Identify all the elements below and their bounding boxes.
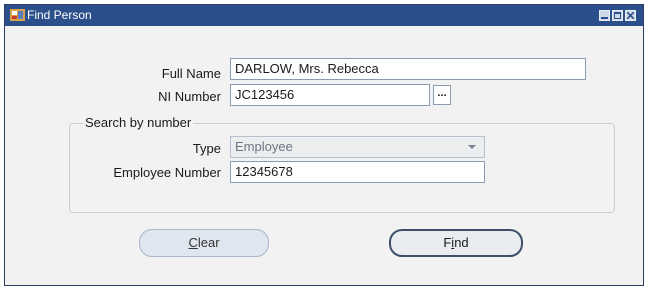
- type-select[interactable]: Employee: [230, 136, 485, 158]
- window-title: Find Person: [27, 8, 92, 22]
- clear-button-label: lear: [197, 235, 220, 250]
- list-of-values-button[interactable]: ...: [433, 85, 451, 105]
- clear-button[interactable]: Clear: [139, 229, 269, 257]
- close-icon[interactable]: [625, 10, 636, 21]
- find-button-label-end: nd: [454, 235, 469, 250]
- employee-number-label: Employee Number: [113, 165, 221, 180]
- maximize-icon[interactable]: [612, 10, 623, 21]
- oracle-forms-icon: [10, 8, 25, 22]
- full-name-field[interactable]: DARLOW, Mrs. Rebecca: [230, 58, 586, 80]
- type-select-value: Employee: [235, 139, 293, 154]
- full-name-label: Full Name: [161, 66, 221, 81]
- find-person-window: Find Person Full Name DARLOW, Mrs. Rebec…: [4, 4, 644, 286]
- clear-button-mnemonic: C: [188, 235, 198, 250]
- type-label: Type: [192, 141, 221, 156]
- employee-number-field[interactable]: 12345678: [230, 161, 485, 183]
- chevron-down-icon[interactable]: [468, 145, 476, 149]
- ni-number-label: NI Number: [158, 89, 221, 104]
- search-by-number-legend: Search by number: [83, 115, 194, 131]
- find-button[interactable]: Find: [389, 229, 523, 257]
- title-bar[interactable]: Find Person: [5, 5, 643, 26]
- ni-number-field[interactable]: JC123456: [230, 84, 430, 106]
- minimize-icon[interactable]: [599, 10, 610, 21]
